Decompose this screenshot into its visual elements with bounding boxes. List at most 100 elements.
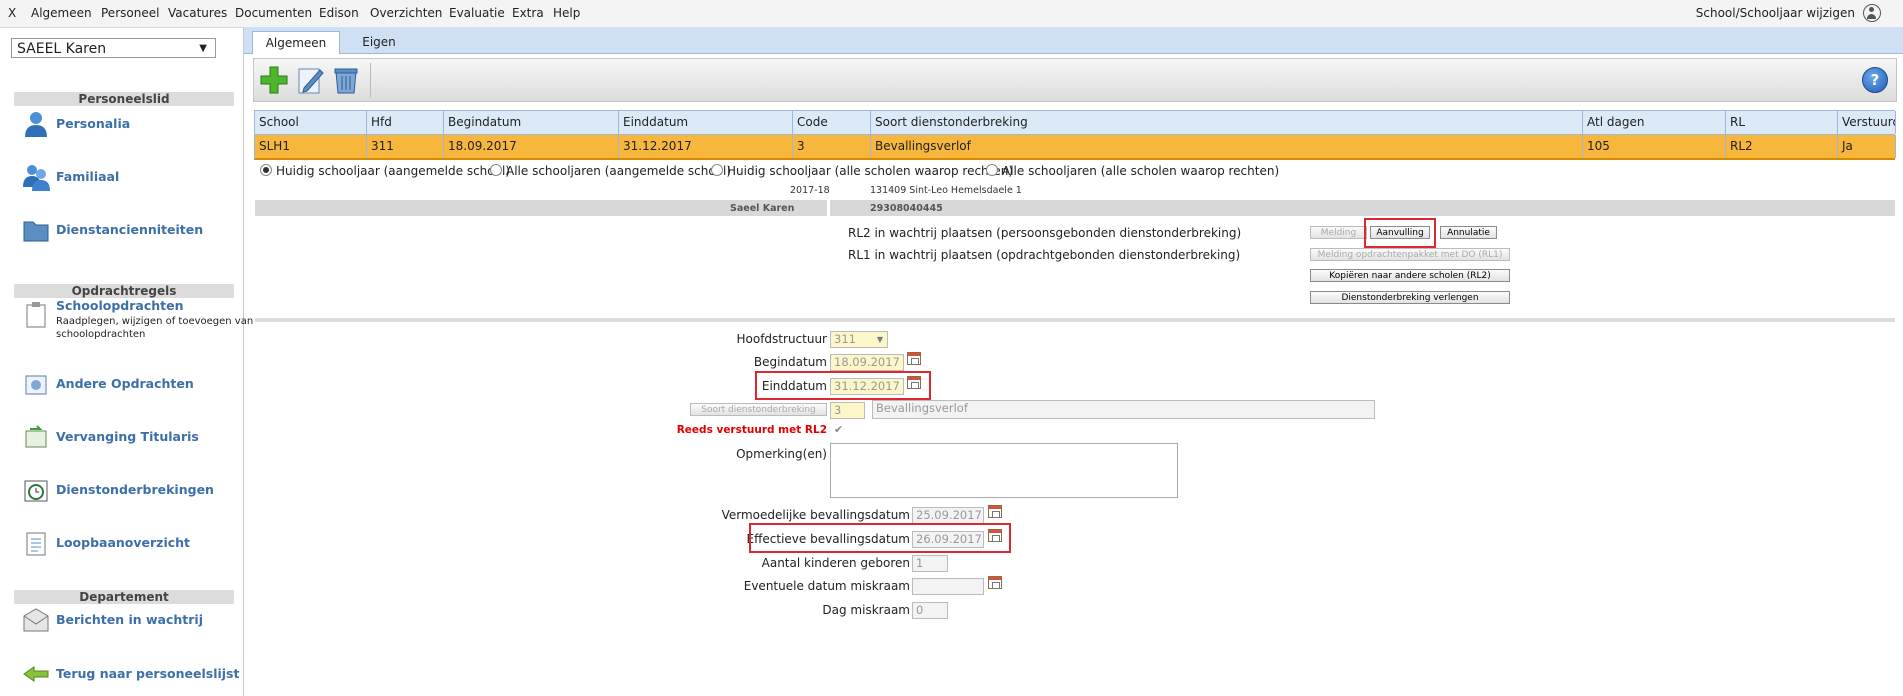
- person-band-right: [830, 200, 1895, 216]
- highlight-box-effectieve: [749, 523, 1011, 553]
- menu-item-vacatures[interactable]: Vacatures: [168, 6, 227, 20]
- cell-rl: RL2: [1726, 135, 1838, 158]
- vermoedelijke-input[interactable]: 25.09.2017: [912, 507, 984, 524]
- column-header-atl-dagen[interactable]: Atl dagen: [1583, 111, 1726, 134]
- radio-selected-icon: [260, 164, 272, 176]
- column-header-rl[interactable]: RL: [1726, 111, 1838, 134]
- menu-item-evaluatie[interactable]: Evaluatie: [449, 6, 505, 20]
- menu-item-extra[interactable]: Extra: [512, 6, 544, 20]
- vermoedelijke-label: Vermoedelijke bevallingsdatum: [721, 508, 910, 522]
- filter-radio-huidig-aangemeld[interactable]: Huidig schooljaar (aangemelde school): [260, 164, 510, 178]
- radio-label: Alle schooljaren (alle scholen waarop re…: [1002, 164, 1280, 178]
- folder-icon: [23, 221, 49, 242]
- filter-radio-huidig-alle-scholen[interactable]: Huidig schooljaar (alle scholen waarop r…: [711, 164, 1013, 178]
- column-header-soort[interactable]: Soort dienstonderbreking: [871, 111, 1583, 134]
- column-header-verstuurd[interactable]: Verstuurd: [1838, 111, 1896, 134]
- tab-eigen[interactable]: Eigen: [344, 31, 414, 53]
- delete-icon[interactable]: [330, 64, 362, 96]
- menu-item-documenten[interactable]: Documenten: [235, 6, 312, 20]
- menu-item-close[interactable]: X: [8, 6, 16, 20]
- edit-icon[interactable]: [294, 64, 326, 96]
- highlight-box-einddatum: [755, 371, 931, 400]
- sidebar-item-label: Schoolopdrachten: [56, 298, 184, 313]
- verlengen-button[interactable]: Dienstonderbreking verlengen: [1310, 291, 1510, 304]
- soort-code-input[interactable]: 3: [830, 402, 865, 419]
- cell-code: 3: [793, 135, 871, 158]
- sidebar-item-label: Vervanging Titularis: [56, 429, 199, 444]
- user-icon[interactable]: [1863, 4, 1881, 22]
- person-number-text: 29308040445: [870, 203, 943, 214]
- replace-icon: [25, 425, 47, 448]
- filter-radio-alle-aangemeld[interactable]: Alle schooljaren (aangemelde school): [490, 164, 731, 178]
- menu-item-help[interactable]: Help: [553, 6, 580, 20]
- menu-item-algemeen[interactable]: Algemeen: [31, 6, 92, 20]
- melding-rl1-button[interactable]: Melding opdrachtenpakket met DO (RL1): [1310, 248, 1510, 261]
- clock-calendar-icon: [24, 480, 48, 502]
- column-header-hfd[interactable]: Hfd: [367, 111, 444, 134]
- calendar-icon[interactable]: [988, 505, 1002, 518]
- menu-bar: X Algemeen Personeel Vacatures Documente…: [0, 0, 1903, 28]
- cell-soort: Bevallingsverlof: [871, 135, 1583, 158]
- schooljaar-text: 2017-18: [790, 185, 830, 196]
- opmerking-textarea[interactable]: [830, 443, 1178, 498]
- list-icon: [26, 532, 46, 556]
- section-divider: [255, 318, 1895, 322]
- sidebar-item-label: Dienstonderbrekingen: [56, 482, 214, 497]
- cell-verstuurd: Ja: [1838, 135, 1896, 158]
- cell-atl-dagen: 105: [1583, 135, 1726, 158]
- column-header-begindatum[interactable]: Begindatum: [444, 111, 619, 134]
- menu-item-edison[interactable]: Edison: [319, 6, 359, 20]
- sidebar-item-label: Andere Opdrachten: [56, 376, 194, 391]
- soort-description-field: Bevallingsverlof: [872, 400, 1375, 419]
- soort-dienstonderbreking-button[interactable]: Soort dienstonderbreking: [690, 403, 827, 416]
- calendar-icon[interactable]: [907, 352, 921, 365]
- column-header-school[interactable]: School: [255, 111, 367, 134]
- section-header-personeelslid: Personeelslid: [14, 92, 234, 106]
- sidebar-item-label: Berichten in wachtrij: [56, 612, 204, 627]
- person-name-text: Saeel Karen: [730, 203, 795, 214]
- sidebar-item-label: Terug naar personeelslijst: [56, 666, 240, 681]
- opmerking-label: Opmerking(en): [736, 447, 827, 461]
- reeds-verstuurd-checkbox[interactable]: ✔: [834, 424, 846, 436]
- add-icon[interactable]: [258, 64, 290, 96]
- person-select[interactable]: SAEEL Karen ▼: [11, 38, 216, 58]
- melding-button[interactable]: Melding: [1310, 226, 1367, 239]
- filter-radio-alle-alle-scholen[interactable]: Alle schooljaren (alle scholen waarop re…: [986, 164, 1279, 178]
- tab-algemeen[interactable]: Algemeen: [252, 31, 340, 54]
- menu-item-personeel[interactable]: Personeel: [101, 6, 159, 20]
- dag-miskraam-label: Dag miskraam: [822, 603, 910, 617]
- column-header-code[interactable]: Code: [793, 111, 871, 134]
- sidebar-item-description: Raadplegen, wijzigen of toevoegen van sc…: [56, 316, 254, 340]
- kinderen-input[interactable]: 1: [912, 555, 948, 572]
- miskraam-datum-input[interactable]: [912, 578, 984, 595]
- school-year-switch-link[interactable]: School/Schooljaar wijzigen: [1696, 6, 1855, 20]
- dag-miskraam-input[interactable]: 0: [912, 602, 948, 619]
- sidebar-item-label: Personalia: [56, 116, 131, 131]
- kopieren-button[interactable]: Kopiëren naar andere scholen (RL2): [1310, 269, 1510, 282]
- rl1-queue-text: RL1 in wachtrij plaatsen (opdrachtgebond…: [848, 248, 1241, 262]
- hoofdstructuur-value: 311: [834, 332, 856, 346]
- clipboard-icon: [26, 302, 46, 328]
- begindatum-label: Begindatum: [753, 355, 827, 369]
- hoofdstructuur-select[interactable]: 311 ▼: [830, 331, 888, 348]
- cell-school: SLH1: [255, 135, 367, 158]
- radio-label: Alle schooljaren (aangemelde school): [506, 164, 732, 178]
- section-header-opdrachtregels: Opdrachtregels: [14, 284, 234, 298]
- annulatie-button[interactable]: Annulatie: [1440, 226, 1497, 239]
- table-row[interactable]: SLH1 311 18.09.2017 31.12.2017 3 Bevalli…: [254, 135, 1896, 160]
- radio-icon: [490, 164, 502, 176]
- help-icon[interactable]: ?: [1862, 67, 1888, 93]
- section-header-departement: Departement: [14, 590, 234, 604]
- school-name-text: 131409 Sint-Leo Hemelsdaele 1: [870, 185, 1022, 196]
- radio-icon: [711, 164, 723, 176]
- person-select-value: SAEEL Karen: [17, 41, 107, 57]
- highlight-box-aanvulling: [1364, 218, 1436, 248]
- radio-label: Huidig schooljaar (alle scholen waarop r…: [727, 164, 1014, 178]
- sidebar: SAEEL Karen ▼ Personeelslid Personalia F…: [0, 28, 253, 696]
- column-header-einddatum[interactable]: Einddatum: [619, 111, 793, 134]
- calendar-icon[interactable]: [988, 576, 1002, 589]
- begindatum-input[interactable]: 18.09.2017: [830, 354, 904, 371]
- family-icon: [23, 165, 50, 191]
- sidebar-item-label: Dienstancienniteiten: [56, 222, 204, 237]
- menu-item-overzichten[interactable]: Overzichten: [370, 6, 442, 20]
